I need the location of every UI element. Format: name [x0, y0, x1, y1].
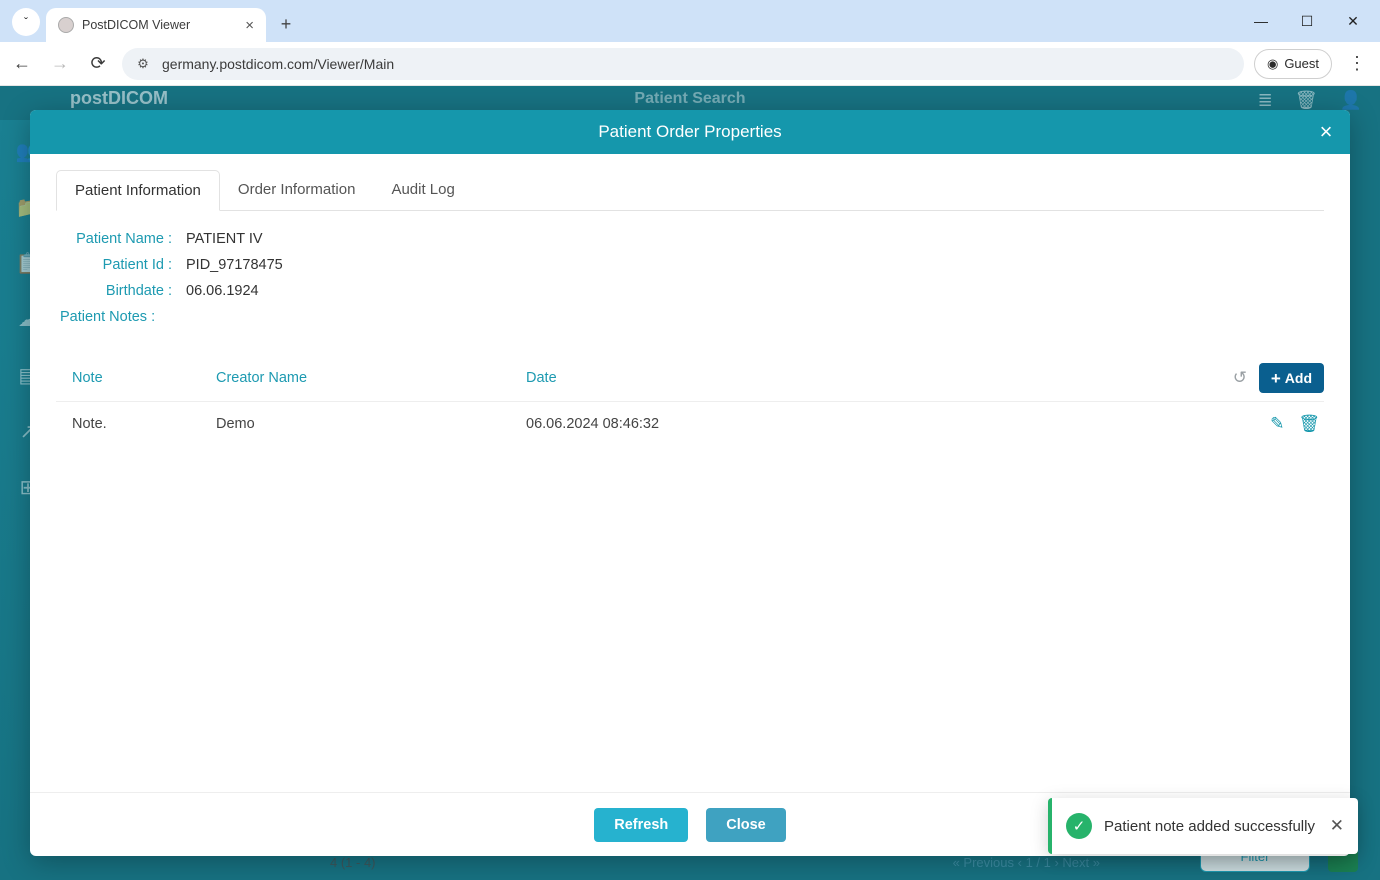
browser-tab[interactable]: PostDICOM Viewer ×: [46, 8, 266, 42]
label-patient-name: Patient Name :: [60, 231, 178, 247]
modal-header: Patient Order Properties ×: [30, 110, 1350, 154]
success-toast: ✓ Patient note added successfully ✕: [1048, 798, 1358, 854]
modal-close-button[interactable]: ×: [1312, 118, 1340, 146]
patient-info-block: Patient Name : PATIENT IV Patient Id : P…: [56, 211, 1324, 335]
value-patient-name: PATIENT IV: [178, 231, 263, 247]
toast-message: Patient note added successfully: [1104, 818, 1318, 835]
tab-search-dropdown[interactable]: ˇ: [12, 8, 40, 36]
tab-order-information[interactable]: Order Information: [220, 170, 374, 210]
tab-audit-log[interactable]: Audit Log: [373, 170, 472, 210]
tab-title: PostDICOM Viewer: [82, 18, 190, 32]
check-icon: ✓: [1066, 813, 1092, 839]
refresh-button[interactable]: Refresh: [594, 808, 688, 842]
patient-order-properties-modal: Patient Order Properties × Patient Infor…: [30, 110, 1350, 856]
address-bar[interactable]: ⚙ germany.postdicom.com/Viewer/Main: [122, 48, 1244, 80]
site-settings-icon[interactable]: ⚙: [134, 55, 152, 73]
label-patient-notes: Patient Notes :: [60, 309, 1320, 325]
cell-date: 06.06.2024 08:46:32: [526, 416, 1194, 432]
modal-body: Patient Information Order Information Au…: [30, 154, 1350, 792]
close-window-button[interactable]: ✕: [1330, 0, 1376, 42]
window-controls: — ☐ ✕: [1238, 0, 1376, 42]
col-header-date: Date: [526, 370, 1194, 386]
toast-close-icon[interactable]: ✕: [1330, 816, 1344, 836]
reload-button[interactable]: ⟳: [84, 50, 112, 78]
person-icon: ◉: [1267, 56, 1278, 72]
browser-menu-button[interactable]: ⋮: [1342, 53, 1372, 74]
plus-icon: +: [1271, 370, 1281, 387]
chevron-down-icon: ˇ: [24, 15, 28, 29]
refresh-notes-icon[interactable]: ↺: [1227, 365, 1253, 391]
modal-tabs: Patient Information Order Information Au…: [56, 170, 1324, 211]
tab-patient-information[interactable]: Patient Information: [56, 170, 220, 211]
browser-titlebar: ˇ PostDICOM Viewer × + — ☐ ✕: [0, 0, 1380, 42]
value-birthdate: 06.06.1924: [178, 283, 259, 299]
label-birthdate: Birthdate :: [60, 283, 178, 299]
cell-creator: Demo: [216, 416, 526, 432]
new-tab-button[interactable]: +: [272, 10, 300, 38]
maximize-button[interactable]: ☐: [1284, 0, 1330, 42]
col-header-creator: Creator Name: [216, 370, 526, 386]
forward-button[interactable]: →: [46, 50, 74, 78]
guest-label: Guest: [1284, 56, 1319, 71]
close-tab-icon[interactable]: ×: [245, 17, 254, 34]
add-note-label: Add: [1285, 370, 1312, 386]
profile-button[interactable]: ◉ Guest: [1254, 49, 1332, 79]
cell-note: Note.: [56, 416, 216, 432]
browser-toolbar: ← → ⟳ ⚙ germany.postdicom.com/Viewer/Mai…: [0, 42, 1380, 86]
minimize-button[interactable]: —: [1238, 0, 1284, 42]
back-button[interactable]: ←: [8, 50, 36, 78]
value-patient-id: PID_97178475: [178, 257, 283, 273]
close-button[interactable]: Close: [706, 808, 786, 842]
add-note-button[interactable]: + Add: [1259, 363, 1324, 393]
delete-note-icon[interactable]: 🗑: [1298, 414, 1320, 434]
label-patient-id: Patient Id :: [60, 257, 178, 273]
notes-table-header: Note Creator Name Date ↺ + Add: [56, 355, 1324, 401]
url-text: germany.postdicom.com/Viewer/Main: [162, 56, 394, 72]
table-row: Note. Demo 06.06.2024 08:46:32 ✎ 🗑: [56, 401, 1324, 446]
edit-note-icon[interactable]: ✎: [1270, 414, 1284, 434]
favicon-icon: [58, 17, 74, 33]
modal-title: Patient Order Properties: [598, 122, 781, 142]
col-header-note: Note: [56, 370, 216, 386]
